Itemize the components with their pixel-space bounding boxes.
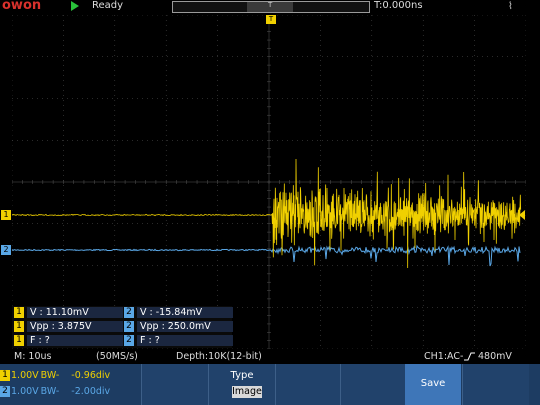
ch1-marker[interactable]: 1 [1,210,11,220]
timebase-readout[interactable]: M: 10us [14,351,51,362]
measurement-value: Vpp : 250.0mV [137,321,233,332]
ch1-badge: 1 [14,335,24,346]
save-button[interactable]: Save [405,364,461,405]
ch2-bandwidth: BW- [40,386,60,397]
type-label: Type [230,370,254,381]
top-status-bar: owon Ready T T:0.000ns ⌇ [0,0,540,14]
measurement-item: 2 Vpp : 250.0mV [124,321,233,334]
trigger-level-readout: 480mV [478,351,512,362]
ch1-settings[interactable]: 1 1.00V BW- -0.96div [0,370,110,383]
waveform-svg [12,15,526,349]
measurement-item: 2V : -15.84mV [124,307,233,320]
trigger-source-readout[interactable]: CH1:AC- [424,351,463,362]
softkey-6[interactable] [462,364,529,405]
type-value: Image [232,386,262,398]
ch2-trace [12,244,521,267]
ch1-bandwidth: BW- [40,370,60,381]
type-softkey[interactable]: Type [208,364,275,405]
ch1-trace [12,158,522,269]
ch1-badge: 1 [14,321,24,332]
ch2-scale: 1.00V [11,386,39,397]
ch1-badge: 1 [14,307,24,318]
ch2-badge: 2 [124,307,134,318]
measurement-item: 2F : ? [124,335,233,348]
measurement-item: 1 Vpp : 3.875V [14,321,123,334]
softkey-4[interactable] [340,364,405,405]
traces [12,158,525,269]
brand-logo: owon [2,0,42,13]
trigger-position-mark: T [268,1,273,9]
ch2-settings[interactable]: 2 1.00V BW- -2.00div [0,386,110,399]
measurement-item: 1V : 11.10mV [14,307,123,320]
ch1-offset: -0.96div [71,370,111,381]
ch2-marker[interactable]: 2 [1,245,11,255]
sample-rate-readout: (50MS/s) [96,351,138,362]
run-icon[interactable] [71,1,79,11]
measurement-value: F : ? [137,335,233,346]
measurement-value: V : -15.84mV [137,307,233,318]
measurement-value: F : ? [27,335,123,346]
ch2-badge: 2 [0,386,10,397]
ch2-badge: 2 [124,321,134,332]
usb-icon: ⌇ [508,1,513,12]
ch2-badge: 2 [124,335,134,346]
grid [12,15,526,349]
measurement-value: Vpp : 3.875V [27,321,123,332]
measurement-value: V : 11.10mV [27,307,123,318]
memory-position-bar[interactable]: T [172,1,370,13]
trigger-time: T:0.000ns [374,0,423,11]
softkey-3[interactable] [275,364,340,405]
trigger-time-marker[interactable]: T [266,15,276,24]
bottom-menu-bar: 1 1.00V BW- -0.96div 2 1.00V BW- -2.00div Type… [0,364,540,405]
trigger-edge-icon [464,351,476,365]
measurement-panel: 1V : 11.10mV 2V : -15.84mV 1 Vpp : 3.875V… [12,306,233,348]
ch1-scale: 1.00V [11,370,39,381]
save-label: Save [420,378,446,389]
softkey-1[interactable] [141,364,208,405]
record-depth-readout: Depth:10K(12-bit) [176,351,262,362]
ch2-offset: -2.00div [71,386,111,397]
waveform-display[interactable] [12,15,526,349]
acquisition-info-bar: M: 10us (50MS/s) Depth:10K(12-bit) CH1:A… [0,351,540,364]
ch1-badge: 1 [0,370,10,381]
measurement-item: 1F : ? [14,335,123,348]
acquisition-status: Ready [92,0,124,11]
